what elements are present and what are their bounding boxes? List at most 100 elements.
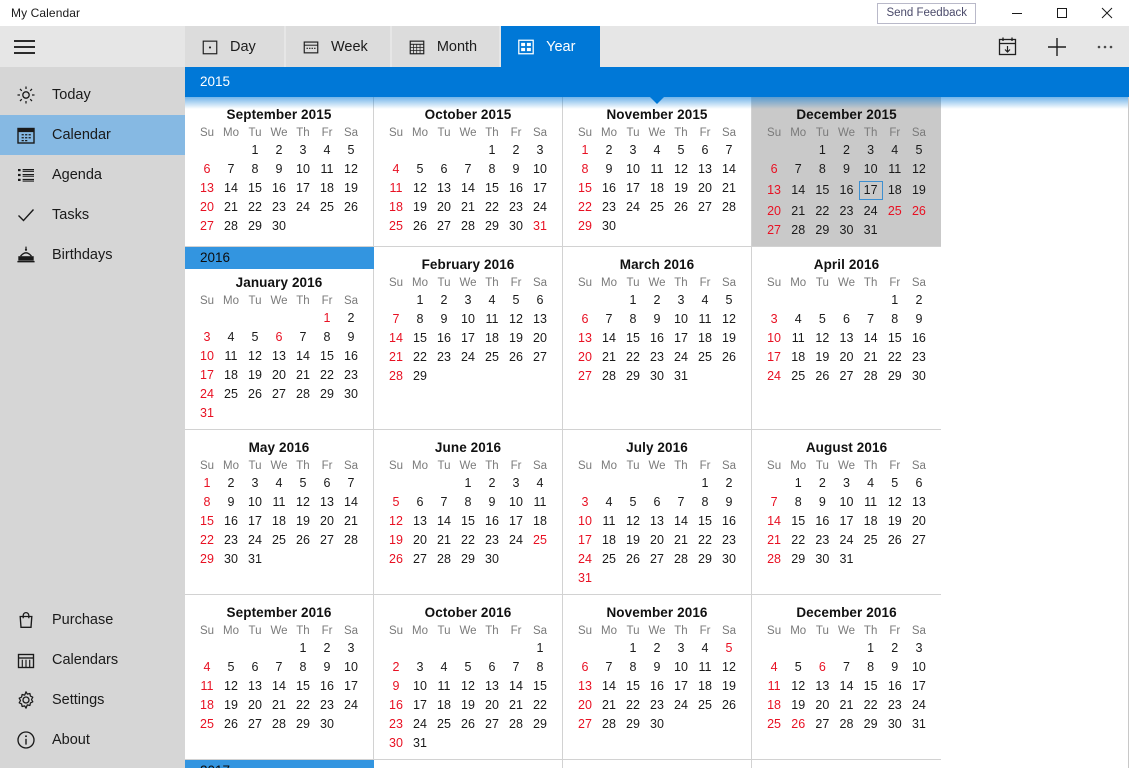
day-cell[interactable]: 1 xyxy=(528,639,552,658)
day-cell[interactable]: 20 xyxy=(834,348,858,367)
day-cell[interactable]: 10 xyxy=(291,160,315,179)
day-cell[interactable]: 4 xyxy=(315,141,339,160)
day-cell[interactable]: 24 xyxy=(243,531,267,550)
day-cell[interactable]: 21 xyxy=(859,348,883,367)
day-cell[interactable]: 12 xyxy=(717,658,741,677)
day-cell[interactable]: 19 xyxy=(504,329,528,348)
day-cell[interactable]: 3 xyxy=(834,474,858,493)
tab-day[interactable]: Day xyxy=(185,26,284,67)
year-view-content[interactable]: 2015 September 2015SuMoTuWeThFrSa1234567… xyxy=(185,67,1129,768)
day-cell[interactable]: 25 xyxy=(384,217,408,236)
day-cell[interactable]: 8 xyxy=(528,658,552,677)
day-cell[interactable]: 28 xyxy=(597,367,621,386)
day-cell[interactable]: 29 xyxy=(408,367,432,386)
day-cell[interactable]: 21 xyxy=(504,696,528,715)
day-cell[interactable]: 8 xyxy=(786,493,810,512)
day-cell[interactable]: 25 xyxy=(528,531,552,550)
day-cell[interactable]: 25 xyxy=(693,348,717,367)
day-cell[interactable]: 26 xyxy=(717,696,741,715)
day-cell[interactable]: 5 xyxy=(504,291,528,310)
day-cell[interactable]: 22 xyxy=(810,202,834,221)
day-cell[interactable]: 13 xyxy=(834,329,858,348)
day-cell[interactable]: 10 xyxy=(762,329,786,348)
day-cell[interactable]: 24 xyxy=(621,198,645,217)
day-cell[interactable]: 20 xyxy=(810,696,834,715)
day-cell[interactable]: 22 xyxy=(693,531,717,550)
day-cell[interactable]: 28 xyxy=(456,217,480,236)
day-cell[interactable]: 27 xyxy=(907,531,931,550)
day-cell[interactable]: 12 xyxy=(621,512,645,531)
day-cell[interactable]: 14 xyxy=(219,179,243,198)
day-cell[interactable]: 19 xyxy=(810,348,834,367)
day-cell[interactable]: 6 xyxy=(810,658,834,677)
day-cell[interactable]: 19 xyxy=(717,677,741,696)
month-cell[interactable]: March 2016SuMoTuWeThFrSa1234567891011121… xyxy=(563,247,752,430)
day-cell[interactable]: 16 xyxy=(384,696,408,715)
day-cell[interactable]: 18 xyxy=(219,366,243,385)
day-cell[interactable]: 7 xyxy=(384,310,408,329)
day-cell[interactable]: 2 xyxy=(907,291,931,310)
day-cell[interactable]: 5 xyxy=(717,639,741,658)
day-cell[interactable]: 15 xyxy=(315,347,339,366)
day-cell[interactable]: 22 xyxy=(195,531,219,550)
day-cell[interactable]: 2 xyxy=(834,141,858,160)
day-cell[interactable]: 23 xyxy=(480,531,504,550)
day-cell[interactable]: 17 xyxy=(907,677,931,696)
day-cell[interactable]: 15 xyxy=(528,677,552,696)
day-cell[interactable]: 14 xyxy=(504,677,528,696)
day-cell[interactable]: 7 xyxy=(762,493,786,512)
day-cell[interactable]: 20 xyxy=(408,531,432,550)
day-cell[interactable]: 9 xyxy=(384,677,408,696)
day-cell[interactable]: 12 xyxy=(291,493,315,512)
month-cell[interactable]: October 2015SuMoTuWeThFrSa12345678910111… xyxy=(374,97,563,247)
day-cell[interactable]: 24 xyxy=(456,348,480,367)
day-cell[interactable]: 31 xyxy=(528,217,552,236)
day-cell[interactable]: 17 xyxy=(456,329,480,348)
day-cell[interactable]: 4 xyxy=(859,474,883,493)
day-cell[interactable]: 27 xyxy=(528,348,552,367)
day-cell[interactable]: 24 xyxy=(504,531,528,550)
day-cell[interactable]: 18 xyxy=(883,179,907,202)
day-cell[interactable]: 7 xyxy=(597,310,621,329)
day-cell[interactable]: 9 xyxy=(480,493,504,512)
day-cell[interactable]: 25 xyxy=(786,367,810,386)
day-cell[interactable]: 13 xyxy=(243,677,267,696)
sidebar-item-calendars[interactable]: Calendars xyxy=(0,640,185,680)
day-cell[interactable]: 3 xyxy=(195,328,219,347)
day-cell[interactable]: 5 xyxy=(669,141,693,160)
day-cell[interactable]: 3 xyxy=(669,639,693,658)
day-cell[interactable]: 26 xyxy=(339,198,363,217)
day-cell[interactable]: 13 xyxy=(480,677,504,696)
day-cell[interactable]: 18 xyxy=(315,179,339,198)
day-cell[interactable]: 30 xyxy=(267,217,291,236)
day-cell[interactable]: 5 xyxy=(810,310,834,329)
day-cell[interactable]: 11 xyxy=(195,677,219,696)
day-cell[interactable]: 14 xyxy=(597,329,621,348)
day-cell[interactable]: 10 xyxy=(456,310,480,329)
day-cell[interactable]: 9 xyxy=(810,493,834,512)
day-cell[interactable]: 23 xyxy=(597,198,621,217)
day-cell[interactable]: 13 xyxy=(810,677,834,696)
day-cell[interactable]: 15 xyxy=(243,179,267,198)
day-cell[interactable]: 20 xyxy=(762,202,786,221)
day-cell[interactable]: 6 xyxy=(645,493,669,512)
day-cell[interactable]: 3 xyxy=(339,639,363,658)
day-cell[interactable]: 23 xyxy=(834,202,858,221)
tab-week[interactable]: Week xyxy=(286,26,390,67)
day-cell[interactable]: 4 xyxy=(645,141,669,160)
day-cell[interactable]: 7 xyxy=(339,474,363,493)
day-cell[interactable]: 16 xyxy=(645,329,669,348)
day-cell[interactable]: 4 xyxy=(597,493,621,512)
day-cell[interactable]: 24 xyxy=(528,198,552,217)
day-cell[interactable]: 6 xyxy=(762,160,786,179)
day-cell[interactable]: 12 xyxy=(456,677,480,696)
day-cell[interactable]: 30 xyxy=(480,550,504,569)
day-cell[interactable]: 30 xyxy=(907,367,931,386)
day-cell[interactable]: 8 xyxy=(883,310,907,329)
day-cell[interactable]: 1 xyxy=(195,474,219,493)
day-cell[interactable]: 8 xyxy=(621,658,645,677)
day-cell[interactable]: 19 xyxy=(339,179,363,198)
day-cell[interactable]: 22 xyxy=(408,348,432,367)
day-cell[interactable]: 27 xyxy=(267,385,291,404)
day-cell[interactable]: 18 xyxy=(195,696,219,715)
